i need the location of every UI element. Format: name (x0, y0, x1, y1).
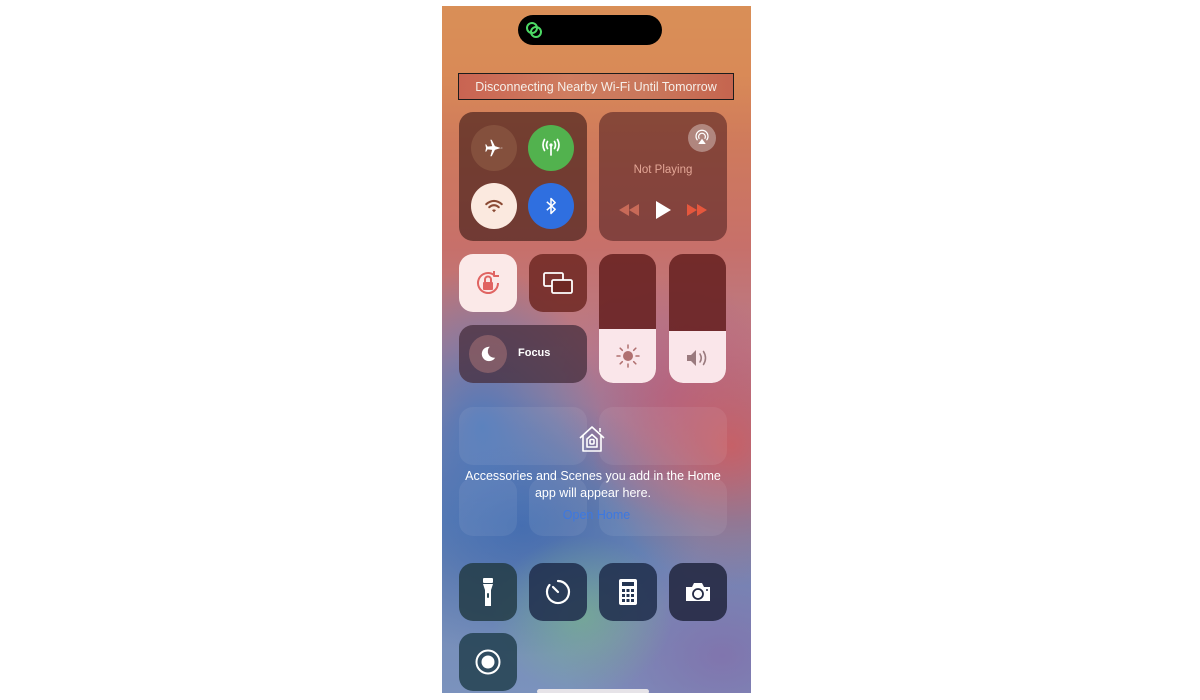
airplane-mode-toggle[interactable] (471, 125, 517, 171)
banner-text: Disconnecting Nearby Wi-Fi Until Tomorro… (475, 79, 717, 94)
open-home-link[interactable]: Open Home (442, 508, 751, 522)
timer-icon (545, 579, 571, 605)
airplane-icon (485, 139, 503, 157)
camera-icon (686, 583, 710, 601)
focus-label: Focus (518, 347, 551, 359)
home-icon (579, 426, 605, 452)
home-placeholder-tile (599, 407, 727, 465)
home-indicator[interactable] (537, 689, 649, 693)
media-controls (599, 200, 727, 220)
camera-button[interactable] (669, 563, 727, 621)
status-banner: Disconnecting Nearby Wi-Fi Until Tomorro… (458, 73, 734, 100)
timer-button[interactable] (529, 563, 587, 621)
screen-mirroring-button[interactable] (529, 254, 587, 312)
sun-icon (615, 344, 640, 368)
moon-icon (481, 346, 496, 362)
rotation-lock-icon (477, 271, 499, 294)
rewind-icon[interactable] (618, 203, 640, 217)
calculator-button[interactable] (599, 563, 657, 621)
home-placeholder-tile (459, 407, 587, 465)
flashlight-icon (483, 578, 493, 606)
cellular-data-toggle[interactable] (528, 125, 574, 171)
brightness-slider[interactable] (599, 254, 656, 383)
volume-slider[interactable] (669, 254, 726, 383)
bluetooth-toggle[interactable] (528, 183, 574, 229)
home-empty-message: Accessories and Scenes you add in the Ho… (465, 469, 721, 500)
speaker-icon (686, 350, 706, 366)
link-icon (526, 22, 542, 38)
orientation-lock-toggle[interactable] (459, 254, 517, 312)
antenna-icon (542, 138, 560, 156)
dynamic-island[interactable] (518, 15, 662, 45)
play-icon[interactable] (654, 200, 672, 220)
wifi-toggle[interactable] (471, 183, 517, 229)
airplay-button[interactable] (688, 124, 716, 152)
flashlight-button[interactable] (459, 563, 517, 621)
connectivity-module (459, 112, 587, 241)
screen-recording-button[interactable] (459, 633, 517, 691)
media-status: Not Playing (633, 164, 693, 176)
bluetooth-icon (546, 197, 556, 215)
focus-button[interactable]: Focus (459, 325, 587, 383)
focus-moon (469, 335, 507, 373)
screen-mirroring-icon (543, 272, 573, 294)
wifi-icon (485, 199, 503, 213)
record-icon (475, 649, 501, 675)
control-center: Disconnecting Nearby Wi-Fi Until Tomorro… (442, 6, 751, 693)
now-playing-module[interactable]: Not Playing (599, 112, 727, 241)
airplay-icon (695, 129, 709, 144)
fast-forward-icon[interactable] (686, 203, 708, 217)
calculator-icon (619, 579, 637, 605)
